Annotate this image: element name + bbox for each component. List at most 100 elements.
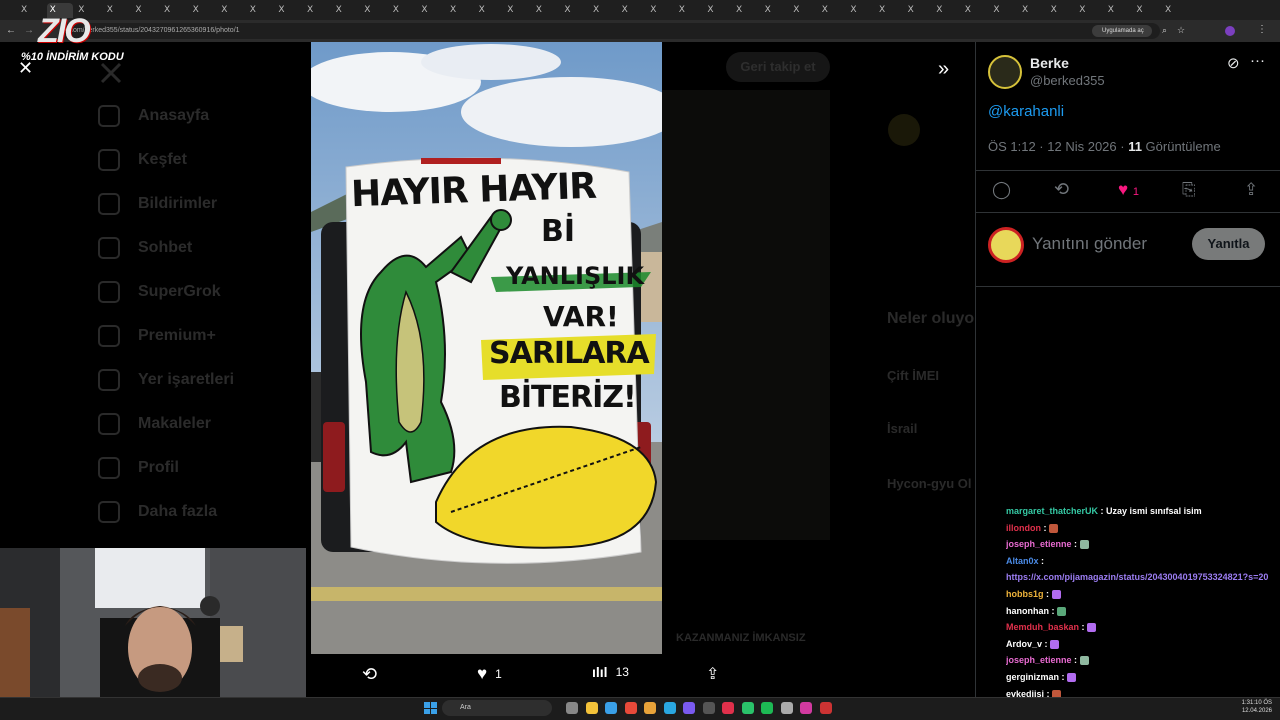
browser-tab[interactable]: X: [590, 3, 616, 18]
taskbar-app-icon[interactable]: [683, 702, 695, 714]
browser-tab[interactable]: X: [762, 3, 788, 18]
chat-username[interactable]: Altan0x: [1006, 556, 1039, 566]
chat-username[interactable]: joseph_etienne: [1006, 655, 1072, 665]
star-icon[interactable]: ☆: [1177, 25, 1185, 36]
browser-tab[interactable]: X: [1162, 3, 1188, 18]
like-button-panel[interactable]: ♥ 1: [1118, 180, 1139, 200]
reply-icon[interactable]: ◯: [992, 180, 1011, 200]
browser-tab[interactable]: X: [333, 3, 359, 18]
browser-tab[interactable]: X: [275, 3, 301, 18]
browser-tab[interactable]: X: [390, 3, 416, 18]
start-icon[interactable]: [424, 702, 437, 714]
browser-tab[interactable]: X: [132, 3, 158, 18]
like-button[interactable]: ♥ 1: [477, 664, 502, 684]
chat-username[interactable]: illondon: [1006, 523, 1041, 533]
browser-tab[interactable]: X: [361, 3, 387, 18]
browser-tab[interactable]: X: [933, 3, 959, 18]
taskbar-app-icon[interactable]: [741, 702, 754, 714]
browser-tab[interactable]: X: [218, 3, 244, 18]
taskbar-app-icon[interactable]: [566, 702, 578, 714]
taskbar-app-icon[interactable]: [663, 702, 676, 714]
author-handle[interactable]: @berked355: [1030, 73, 1105, 88]
browser-tab[interactable]: X: [819, 3, 845, 18]
taskbar-app-icon[interactable]: [624, 702, 637, 714]
taskbar-app-icon[interactable]: [644, 702, 656, 714]
tweet-photo[interactable]: HAYIR HAYIR Bİ YANLIŞLIK VAR! SARILARA B…: [311, 42, 662, 654]
mention-link[interactable]: @karahanli: [988, 103, 1064, 120]
taskbar-app-icon[interactable]: [702, 702, 715, 714]
chat-link[interactable]: https://x.com/pijamagazin/status/2043004…: [1006, 572, 1268, 582]
views-button[interactable]: ılıl 13: [592, 664, 629, 680]
browser-tab[interactable]: X: [990, 3, 1016, 18]
grok-icon[interactable]: ⊘: [1227, 54, 1240, 72]
browser-tab[interactable]: X: [962, 3, 988, 18]
browser-tab[interactable]: X: [1019, 3, 1045, 18]
close-icon[interactable]: ✕: [18, 58, 33, 79]
menu-icon[interactable]: ⋮: [1257, 24, 1267, 35]
open-in-app-button[interactable]: Uygulamada aç: [1092, 25, 1152, 37]
share-icon[interactable]: ⇪: [1244, 180, 1258, 200]
browser-tab[interactable]: X: [905, 3, 931, 18]
chat-emote-icon: [1079, 656, 1089, 666]
taskbar-app-icon[interactable]: [585, 702, 598, 714]
chat-username[interactable]: Ardov_v: [1006, 639, 1042, 649]
browser-tab[interactable]: X: [161, 3, 187, 18]
browser-tab[interactable]: X: [1048, 3, 1074, 18]
browser-tab[interactable]: X: [847, 3, 873, 18]
browser-tab[interactable]: X: [247, 3, 273, 18]
expand-panel-icon[interactable]: »: [938, 58, 949, 81]
taskbar-app-icon[interactable]: [819, 702, 832, 714]
browser-tab[interactable]: X: [733, 3, 759, 18]
nav-item: Anasayfa: [98, 105, 209, 127]
chat-emote-icon: [1051, 590, 1061, 600]
chat-username[interactable]: margaret_thatcherUK: [1006, 506, 1098, 516]
browser-tab[interactable]: X: [1133, 3, 1159, 18]
tweet-time[interactable]: ÖS 1:12 · 12 Nis 2026 ·: [988, 139, 1128, 154]
browser-tab[interactable]: X: [876, 3, 902, 18]
browser-tab[interactable]: X: [619, 3, 645, 18]
browser-tab[interactable]: X: [533, 3, 559, 18]
browser-tab[interactable]: X: [1105, 3, 1131, 18]
chat-username[interactable]: joseph_etienne: [1006, 539, 1072, 549]
nav-label: SuperGrok: [138, 283, 221, 301]
browser-tab[interactable]: X: [447, 3, 473, 18]
browser-tab[interactable]: X: [704, 3, 730, 18]
taskbar-app-icon[interactable]: [722, 702, 734, 714]
browser-tab[interactable]: X: [561, 3, 587, 18]
browser-tab[interactable]: X: [504, 3, 530, 18]
retweet-icon[interactable]: ⟲: [1054, 179, 1069, 200]
reply-input[interactable]: Yanıtını gönder: [1032, 234, 1147, 254]
taskbar-search[interactable]: Ara: [442, 700, 552, 716]
taskbar-app-icon[interactable]: [605, 702, 617, 714]
author-name[interactable]: Berke: [1030, 55, 1069, 71]
url-text[interactable]: x.com/berked355/status/20432709612653609…: [64, 24, 1084, 38]
more-options-icon[interactable]: ···: [1250, 52, 1265, 69]
browser-tab[interactable]: X: [418, 3, 444, 18]
repost-button[interactable]: ⟲: [362, 664, 377, 685]
bookmark-icon[interactable]: ⎘: [1182, 180, 1196, 200]
browser-tab[interactable]: X: [304, 3, 330, 18]
browser-tab[interactable]: X: [104, 3, 130, 18]
forward-icon[interactable]: →: [24, 25, 34, 36]
browser-tab[interactable]: X: [476, 3, 502, 18]
taskbar-app-icon[interactable]: [780, 702, 793, 714]
reply-button[interactable]: Yanıtla: [1192, 228, 1265, 260]
taskbar-clock[interactable]: 1:31:10 ÖS 12.04.2026: [1236, 699, 1272, 715]
share-button[interactable]: ⇪: [706, 664, 719, 684]
taskbar-app-icon[interactable]: [800, 702, 812, 714]
chat-username[interactable]: hanonhan: [1006, 606, 1049, 616]
browser-tab[interactable]: X: [647, 3, 673, 18]
author-avatar[interactable]: [988, 55, 1022, 89]
chat-message: Altan0x :: [1006, 553, 1274, 570]
back-icon[interactable]: ←: [6, 25, 16, 36]
browser-tab[interactable]: X: [790, 3, 816, 18]
browser-tab[interactable]: X: [190, 3, 216, 18]
browser-tab[interactable]: X: [676, 3, 702, 18]
taskbar-app-icon[interactable]: [761, 702, 773, 714]
chat-username[interactable]: Memduh_baskan: [1006, 622, 1079, 632]
chat-username[interactable]: hobbs1g: [1006, 589, 1044, 599]
chat-username[interactable]: gerginizman: [1006, 672, 1059, 682]
browser-tab[interactable]: X: [1076, 3, 1102, 18]
profile-avatar[interactable]: [1225, 26, 1235, 36]
zoom-icon[interactable]: ⌕: [1162, 25, 1167, 36]
